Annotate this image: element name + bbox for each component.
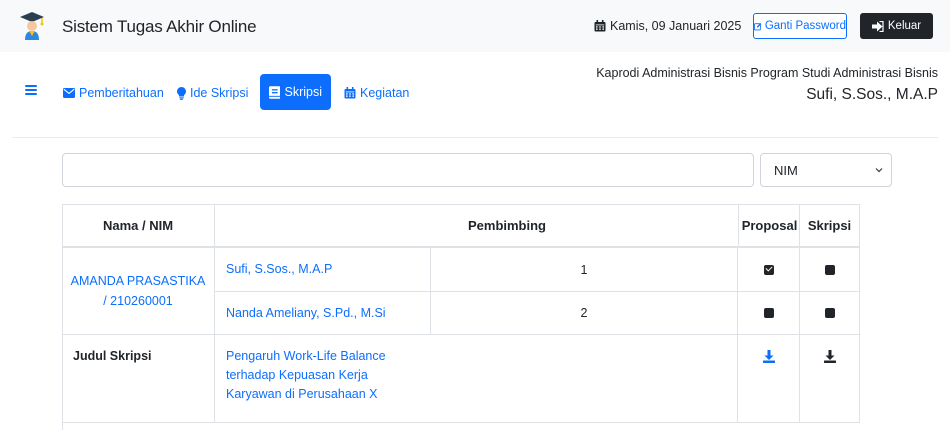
column-header-proposal: Proposal bbox=[738, 204, 800, 247]
student-link[interactable]: AMANDA PRASASTIKA / 210260001 bbox=[70, 271, 206, 311]
search-filter-select[interactable]: NIM bbox=[760, 153, 892, 187]
thesis-checkbox[interactable] bbox=[824, 308, 835, 318]
nav-item-label: Skripsi bbox=[284, 85, 322, 99]
change-password-button[interactable]: Ganti Password bbox=[753, 13, 847, 39]
nav-divider bbox=[12, 137, 938, 138]
advisor-link[interactable]: Nanda Ameliany, S.Pd., M.Si bbox=[226, 304, 386, 323]
date-text: Kamis, 09 Januari 2025 bbox=[610, 19, 742, 33]
edit-icon bbox=[754, 22, 762, 30]
thesis-cell bbox=[800, 248, 860, 292]
proposal-cell bbox=[738, 248, 800, 292]
nav-item-label: Kegiatan bbox=[360, 86, 410, 100]
proposal-checkbox[interactable] bbox=[763, 264, 774, 275]
sign-out-icon bbox=[871, 20, 884, 32]
graduate-logo-icon bbox=[20, 12, 44, 40]
logout-button[interactable]: Keluar bbox=[860, 13, 933, 39]
nav-item-pemberitahuan[interactable]: Pemberitahuan bbox=[58, 78, 169, 108]
proposal-cell bbox=[738, 292, 800, 335]
calendar-icon bbox=[344, 87, 356, 99]
empty-cell bbox=[431, 335, 738, 423]
thesis-checkbox[interactable] bbox=[824, 264, 835, 275]
thesis-download-cell bbox=[800, 335, 860, 423]
top-bar: Sistem Tugas Akhir Online Kamis, 09 Janu… bbox=[0, 0, 950, 52]
download-icon[interactable] bbox=[762, 350, 775, 363]
envelope-icon bbox=[63, 88, 75, 98]
thesis-title-label: Judul Skripsi bbox=[62, 335, 215, 423]
thesis-cell bbox=[800, 292, 860, 335]
nav-item-label: Pemberitahuan bbox=[79, 86, 164, 100]
change-password-label: Ganti Password bbox=[764, 20, 846, 32]
advisor-order: 1 bbox=[431, 248, 738, 292]
table-row: Sufi, S.Sos., M.A.P bbox=[215, 248, 431, 292]
proposal-checkbox[interactable] bbox=[763, 308, 774, 318]
user-role: Kaprodi Administrasi Bisnis Program Stud… bbox=[596, 66, 938, 80]
nav-item-skripsi[interactable]: Skripsi bbox=[260, 74, 331, 110]
current-date: Kamis, 09 Januari 2025 bbox=[594, 19, 741, 33]
search-filter-value: NIM bbox=[774, 162, 798, 178]
column-header-student: Nama / NIM bbox=[62, 204, 215, 247]
lightbulb-icon bbox=[177, 86, 186, 100]
download-icon[interactable] bbox=[823, 350, 836, 363]
table-row: Nanda Ameliany, S.Pd., M.Si bbox=[215, 292, 431, 335]
nav-item-ide-skripsi[interactable]: Ide Skripsi bbox=[172, 78, 253, 108]
thesis-title-link[interactable]: Pengaruh Work-Life Balance terhadap Kepu… bbox=[226, 349, 386, 401]
book-icon bbox=[269, 85, 281, 99]
calendar-icon bbox=[594, 20, 606, 32]
nav-item-label: Ide Skripsi bbox=[190, 86, 249, 100]
menu-toggle-icon[interactable] bbox=[25, 85, 37, 95]
proposal-download-cell bbox=[738, 335, 800, 423]
thesis-title-cell: Pengaruh Work-Life Balance terhadap Kepu… bbox=[215, 335, 431, 423]
user-name: Sufi, S.Sos., M.A.P bbox=[806, 86, 938, 103]
chevron-down-icon bbox=[875, 168, 883, 173]
column-header-thesis: Skripsi bbox=[800, 204, 860, 247]
search-input[interactable] bbox=[62, 153, 754, 187]
student-cell: AMANDA PRASASTIKA / 210260001 bbox=[62, 248, 215, 335]
advisor-link[interactable]: Sufi, S.Sos., M.A.P bbox=[226, 260, 332, 279]
advisor-order: 2 bbox=[431, 292, 738, 335]
nav-item-kegiatan[interactable]: Kegiatan bbox=[339, 78, 414, 108]
app-title: Sistem Tugas Akhir Online bbox=[62, 17, 257, 36]
logout-label: Keluar bbox=[887, 20, 922, 32]
column-header-advisor: Pembimbing bbox=[215, 204, 800, 247]
